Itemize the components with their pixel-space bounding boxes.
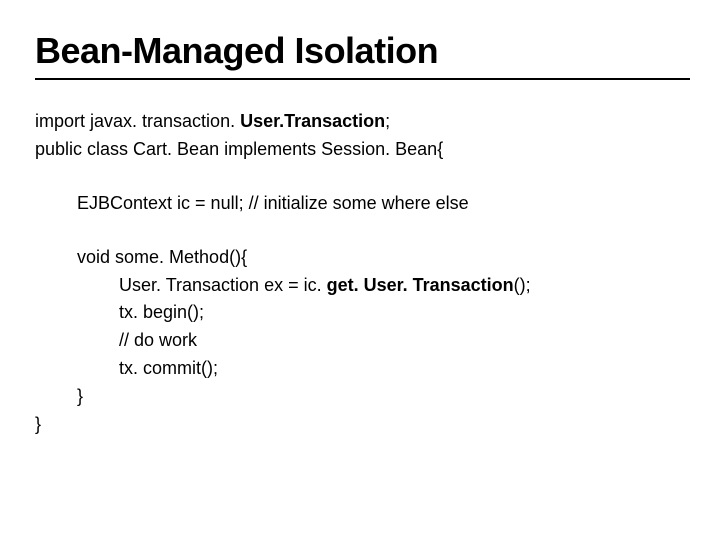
slide-title: Bean-Managed Isolation [35,30,690,72]
code-line-3: EJBContext ic = null; // initialize some… [35,190,690,218]
code-line-7: // do work [35,327,690,355]
code-block: import javax. transaction. User.Transact… [35,108,690,439]
code-line-10: } [35,411,690,439]
code-text: User. Transaction ex = ic. [119,275,327,295]
code-line-2: public class Cart. Bean implements Sessi… [35,136,690,164]
code-line-4: void some. Method(){ [35,244,690,272]
code-bold: get. User. Transaction [327,275,514,295]
code-text: import javax. transaction. [35,111,240,131]
code-line-6: tx. begin(); [35,299,690,327]
code-text: ; [385,111,390,131]
code-line-1: import javax. transaction. User.Transact… [35,108,690,136]
code-bold: User.Transaction [240,111,385,131]
code-text: (); [514,275,531,295]
code-line-5: User. Transaction ex = ic. get. User. Tr… [35,272,690,300]
code-line-9: } [35,383,690,411]
code-line-8: tx. commit(); [35,355,690,383]
title-underline [35,78,690,80]
